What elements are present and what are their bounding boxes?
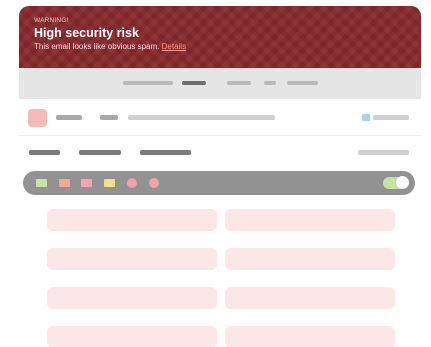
circle-toggle-1[interactable] [127,178,137,188]
grid-cell-4-1[interactable] [47,326,217,347]
toggle-switch[interactable] [383,176,409,189]
details-link[interactable]: Details [162,42,186,51]
grid-cell-1-2[interactable] [225,209,395,231]
toggle-knob [396,176,409,189]
filter-toolbar [23,171,415,195]
status-indicator [362,114,370,121]
tab-right-action[interactable] [358,150,409,155]
email-toolbar [19,68,421,99]
chip-salmon[interactable] [59,179,70,187]
tab-1[interactable] [29,150,60,155]
grid-cell-2-1[interactable] [47,248,217,270]
grid-cell-2-2[interactable] [225,248,395,270]
tab-2[interactable] [79,150,121,155]
warning-title: High security risk [34,26,139,40]
sender-name-placeholder [56,115,82,120]
circle-toggle-2[interactable] [149,178,159,188]
chip-green[interactable] [36,179,47,187]
chip-pink[interactable] [81,179,92,187]
grid-cell-3-1[interactable] [47,287,217,309]
toolbar-item-5[interactable] [287,81,318,85]
tab-3[interactable] [140,150,191,155]
toolbar-item-2-active[interactable] [182,81,206,85]
sender-avatar [28,109,47,127]
grid-cell-3-2[interactable] [225,287,395,309]
security-warning-banner: WARNING! High security risk This email l… [19,6,421,68]
warning-message-text: This email looks like obvious spam. [34,42,160,51]
warning-message: This email looks like obvious spam. Deta… [34,42,186,52]
toolbar-item-3[interactable] [227,81,251,85]
email-card: WARNING! High security risk This email l… [19,6,421,347]
toolbar-item-4[interactable] [264,81,276,85]
grid-cell-1-1[interactable] [47,209,217,231]
date-placeholder [373,115,409,120]
toolbar-item-1[interactable] [123,81,173,85]
sender-row [19,99,421,136]
sender-meta-placeholder [100,115,118,120]
subject-placeholder [128,115,275,120]
warning-kicker: WARNING! [34,17,69,24]
tabs-row [19,136,421,170]
grid-cell-4-2[interactable] [225,326,395,347]
chip-yellow[interactable] [104,179,115,187]
